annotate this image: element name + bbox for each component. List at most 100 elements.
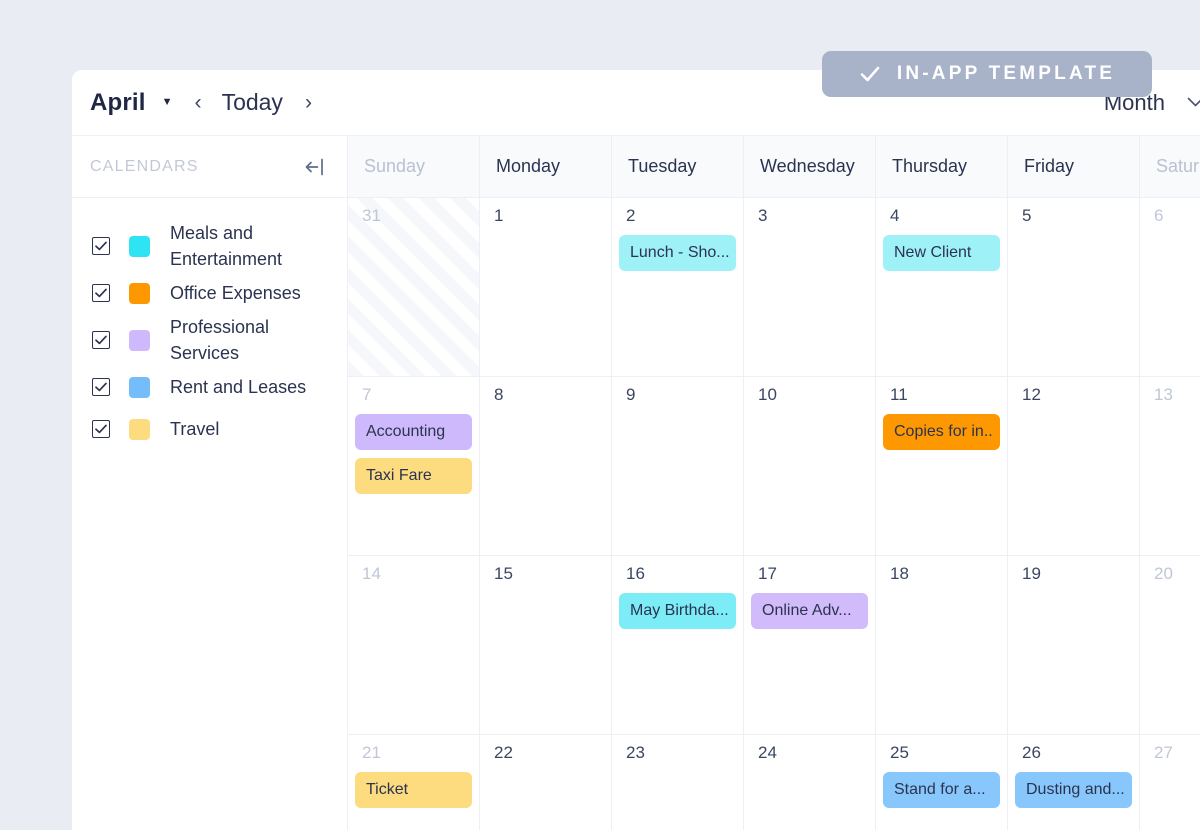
day-cell[interactable]: 4 New Client (876, 198, 1008, 376)
day-cell[interactable]: 17 Online Adv... (744, 556, 876, 734)
week-row: 14 15 16 May Birthda... 17 Online Adv... 18 19 2… (348, 556, 1200, 735)
caret-down-icon[interactable]: ▼ (162, 97, 173, 108)
day-events: Accounting Taxi Fare (355, 414, 472, 495)
day-number: 20 (1154, 564, 1173, 583)
day-cell[interactable]: 18 (876, 556, 1008, 734)
day-cell[interactable]: 1 (480, 198, 612, 376)
event-chip[interactable]: Lunch - Sho... (619, 235, 736, 272)
calendars-sidebar: CALENDARS Meals and Entertainment Office… (72, 136, 348, 830)
day-number: 5 (1022, 206, 1032, 225)
event-chip[interactable]: Accounting (355, 414, 472, 451)
day-number: 14 (362, 564, 381, 583)
day-events: Ticket (355, 772, 472, 809)
calendar-color-swatch (129, 235, 150, 257)
toolbar-left-group: April ▼ ‹ Today › (72, 89, 312, 117)
event-chip[interactable]: Stand for a... (883, 772, 1000, 809)
day-number: 10 (758, 385, 777, 404)
calendar-filter-list: Meals and Entertainment Office Expenses (72, 198, 347, 450)
day-cell[interactable]: 16 May Birthda... (612, 556, 744, 734)
day-cell[interactable]: 14 (348, 556, 480, 734)
checkbox-checked-icon[interactable] (92, 378, 110, 397)
calendar-filter-item[interactable]: Professional Services (72, 314, 347, 366)
day-of-week-header: Sunday (348, 136, 480, 197)
day-number: 7 (362, 385, 372, 404)
day-cell[interactable]: 24 (744, 735, 876, 830)
day-cell[interactable]: 2 Lunch - Sho... (612, 198, 744, 376)
event-chip[interactable]: Copies for in.. (883, 414, 1000, 451)
sidebar-header: CALENDARS (72, 136, 347, 198)
day-cell[interactable]: 5 (1008, 198, 1140, 376)
day-number: 26 (1022, 743, 1041, 762)
day-cell[interactable]: 7 Accounting Taxi Fare (348, 377, 480, 555)
day-cell[interactable]: 31 (348, 198, 480, 376)
in-app-template-badge: IN-APP TEMPLATE (822, 51, 1152, 97)
calendar-filter-item[interactable]: Rent and Leases (72, 366, 347, 408)
day-cell[interactable]: 3 (744, 198, 876, 376)
event-chip[interactable]: Dusting and... (1015, 772, 1132, 809)
calendar-filter-item[interactable]: Meals and Entertainment (72, 220, 347, 272)
day-cell[interactable]: 8 (480, 377, 612, 555)
day-of-week-header: Thursday (876, 136, 1008, 197)
day-number: 4 (890, 206, 900, 225)
calendar-color-swatch (129, 376, 150, 398)
chevron-left-icon[interactable]: ‹ (195, 92, 202, 113)
calendar-filter-label: Travel (170, 419, 220, 440)
day-cell[interactable]: 9 (612, 377, 744, 555)
day-cell[interactable]: 20 (1140, 556, 1200, 734)
day-number: 15 (494, 564, 513, 583)
day-number: 22 (494, 743, 513, 762)
day-number: 2 (626, 206, 636, 225)
chevron-right-icon[interactable]: › (305, 92, 312, 113)
day-cell[interactable]: 11 Copies for in.. (876, 377, 1008, 555)
badge-label: IN-APP TEMPLATE (896, 63, 1116, 84)
day-cell[interactable]: 23 (612, 735, 744, 830)
event-chip[interactable]: Taxi Fare (355, 458, 472, 495)
day-cell[interactable]: 27 (1140, 735, 1200, 830)
calendar-body: CALENDARS Meals and Entertainment Office… (72, 136, 1200, 830)
day-cell[interactable]: 12 (1008, 377, 1140, 555)
day-events: Lunch - Sho... (619, 235, 736, 272)
checkbox-checked-icon[interactable] (92, 420, 110, 439)
day-number: 9 (626, 385, 636, 404)
day-of-week-header: Friday (1008, 136, 1140, 197)
day-number: 3 (758, 206, 768, 225)
calendar-color-swatch (129, 282, 150, 304)
day-cell[interactable]: 10 (744, 377, 876, 555)
day-cell[interactable]: 22 (480, 735, 612, 830)
calendar-filter-item[interactable]: Office Expenses (72, 272, 347, 314)
day-events: Dusting and... (1015, 772, 1132, 809)
day-number: 31 (362, 206, 381, 225)
calendar-filter-label: Professional Services (170, 317, 270, 364)
week-row: 31 1 2 Lunch - Sho... 3 4 New Client 5 6 (348, 198, 1200, 377)
today-button[interactable]: Today (222, 89, 283, 116)
day-events: May Birthda... (619, 593, 736, 630)
event-chip[interactable]: New Client (883, 235, 1000, 272)
sidebar-title: CALENDARS (90, 157, 199, 175)
day-of-week-header: Monday (480, 136, 612, 197)
checkbox-checked-icon[interactable] (92, 237, 110, 256)
event-chip[interactable]: May Birthda... (619, 593, 736, 630)
current-month-label: April (90, 88, 146, 116)
day-of-week-header: Satur (1140, 136, 1200, 197)
event-chip[interactable]: Online Adv... (751, 593, 868, 630)
day-number: 12 (1022, 385, 1041, 404)
day-number: 24 (758, 743, 777, 762)
day-cell[interactable]: 25 Stand for a... (876, 735, 1008, 830)
calendar-filter-item[interactable]: Travel (72, 408, 347, 450)
day-cell[interactable]: 26 Dusting and... (1008, 735, 1140, 830)
day-cell[interactable]: 15 (480, 556, 612, 734)
collapse-panel-icon[interactable] (303, 158, 327, 176)
calendar-app-card: April ▼ ‹ Today › Month CALENDARS Meals … (72, 70, 1200, 830)
day-cell[interactable]: 13 (1140, 377, 1200, 555)
day-number: 1 (494, 206, 504, 225)
day-events: Stand for a... (883, 772, 1000, 809)
day-cell[interactable]: 21 Ticket (348, 735, 480, 830)
day-cell[interactable]: 19 (1008, 556, 1140, 734)
day-cell[interactable]: 6 (1140, 198, 1200, 376)
checkbox-checked-icon[interactable] (92, 331, 110, 350)
day-number: 23 (626, 743, 645, 762)
chevron-down-icon (1187, 95, 1200, 112)
event-chip[interactable]: Ticket (355, 772, 472, 809)
checkbox-checked-icon[interactable] (92, 284, 110, 303)
calendar-color-swatch (129, 329, 150, 351)
